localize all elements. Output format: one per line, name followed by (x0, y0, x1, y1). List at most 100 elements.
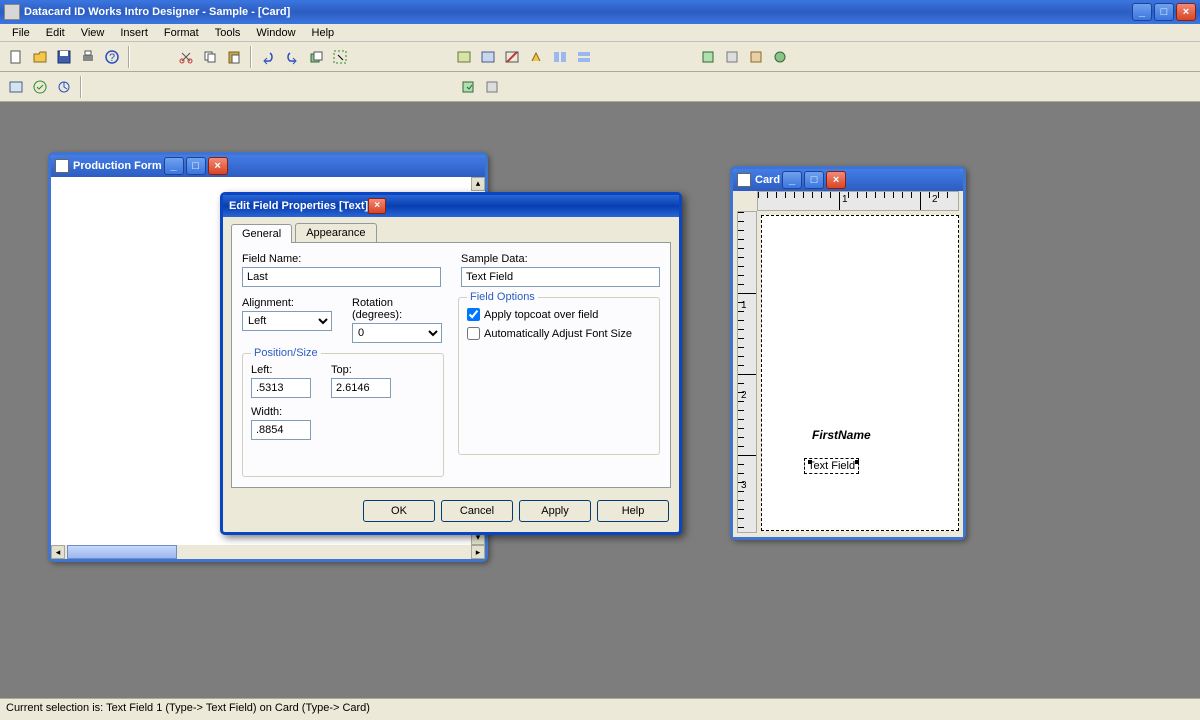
prod-hscroll[interactable]: ◂ ▸ (51, 545, 485, 559)
card-close-button[interactable]: × (826, 171, 846, 189)
copy-icon[interactable] (199, 46, 221, 68)
main-title-bar: Datacard ID Works Intro Designer - Sampl… (0, 0, 1200, 24)
tool-e-icon[interactable] (549, 46, 571, 68)
new-icon[interactable] (5, 46, 27, 68)
menu-bar: File Edit View Insert Format Tools Windo… (0, 24, 1200, 42)
prod-close-button[interactable]: × (208, 157, 228, 175)
ruler-horizontal: 1 2 (757, 191, 959, 211)
tool-j-icon[interactable] (769, 46, 791, 68)
sec-d-icon[interactable] (457, 76, 479, 98)
status-text: Current selection is: Text Field 1 (Type… (6, 702, 370, 714)
help-icon[interactable]: ? (101, 46, 123, 68)
app-title: Datacard ID Works Intro Designer - Sampl… (24, 6, 290, 18)
alignment-select[interactable]: Left (242, 311, 332, 331)
menu-window[interactable]: Window (248, 25, 303, 41)
width-input[interactable] (251, 420, 311, 440)
ok-button[interactable]: OK (363, 500, 435, 522)
sample-data-input[interactable] (461, 267, 660, 287)
sec-e-icon[interactable] (481, 76, 503, 98)
topcoat-checkbox[interactable] (467, 308, 480, 321)
menu-format[interactable]: Format (156, 25, 207, 41)
menu-help[interactable]: Help (304, 25, 343, 41)
menu-file[interactable]: File (4, 25, 38, 41)
save-icon[interactable] (53, 46, 75, 68)
dialog-titlebar[interactable]: Edit Field Properties [Text] × (223, 195, 679, 217)
alignment-label: Alignment: (242, 297, 332, 309)
card-body: 1 2 1 2 3 FirstName Text Field (733, 191, 963, 537)
tool-a-icon[interactable] (453, 46, 475, 68)
field-name-input[interactable] (242, 267, 441, 287)
production-form-title: Production Form (73, 160, 162, 172)
maximize-button[interactable]: □ (1154, 3, 1174, 21)
rotation-label: Rotation (degrees): (352, 297, 444, 321)
tool-i-icon[interactable] (745, 46, 767, 68)
dialog-close-button[interactable]: × (368, 198, 386, 214)
menu-edit[interactable]: Edit (38, 25, 73, 41)
tool-g-icon[interactable] (697, 46, 719, 68)
card-maximize-button[interactable]: □ (804, 171, 824, 189)
menu-tools[interactable]: Tools (207, 25, 249, 41)
field-options-group: Field Options Apply topcoat over field A… (458, 297, 660, 455)
close-button[interactable]: × (1176, 3, 1196, 21)
prod-minimize-button[interactable]: _ (164, 157, 184, 175)
tool-c-icon[interactable] (501, 46, 523, 68)
open-icon[interactable] (29, 46, 51, 68)
tool-b-icon[interactable] (477, 46, 499, 68)
edit-field-dialog: Edit Field Properties [Text] × General A… (220, 192, 682, 535)
card-canvas[interactable]: FirstName Text Field (761, 215, 959, 531)
tool-h-icon[interactable] (721, 46, 743, 68)
card-window[interactable]: Card _ □ × 1 2 1 2 3 FirstName Text Fiel… (730, 166, 966, 540)
rotation-select[interactable]: 0 (352, 323, 442, 343)
prod-hscroll-right[interactable]: ▸ (471, 545, 485, 559)
toolbar-main: ? (0, 42, 1200, 72)
autofont-checkbox[interactable] (467, 327, 480, 340)
field-options-legend: Field Options (467, 291, 538, 303)
redo-icon[interactable] (281, 46, 303, 68)
card-minimize-button[interactable]: _ (782, 171, 802, 189)
card-field-firstname[interactable]: FirstName (812, 428, 871, 442)
tool-d-icon[interactable] (525, 46, 547, 68)
prod-hscroll-thumb[interactable] (67, 545, 177, 559)
form-icon (55, 159, 69, 173)
select-icon[interactable] (329, 46, 351, 68)
card-title: Card (755, 174, 780, 186)
tab-general[interactable]: General (231, 224, 292, 243)
card-field-textfield-selected[interactable]: Text Field (804, 458, 859, 474)
menu-insert[interactable]: Insert (112, 25, 156, 41)
sample-data-label: Sample Data: (461, 253, 660, 265)
production-form-titlebar[interactable]: Production Form _ □ × (51, 155, 485, 177)
autofont-label: Automatically Adjust Font Size (484, 328, 632, 340)
card-icon (737, 173, 751, 187)
position-size-group: Position/Size Left: Top: (242, 353, 444, 477)
top-input[interactable] (331, 378, 391, 398)
ruler-h-2: 2 (932, 194, 938, 205)
dialog-tabs: General Appearance (223, 217, 679, 242)
paste-icon[interactable] (223, 46, 245, 68)
app-icon (4, 4, 20, 20)
dialog-title: Edit Field Properties [Text] (229, 200, 368, 212)
prod-maximize-button[interactable]: □ (186, 157, 206, 175)
sec-b-icon[interactable] (29, 76, 51, 98)
prod-vscroll-up[interactable]: ▴ (471, 177, 485, 191)
print-icon[interactable] (77, 46, 99, 68)
left-input[interactable] (251, 378, 311, 398)
sec-c-icon[interactable] (53, 76, 75, 98)
bring-front-icon[interactable] (305, 46, 327, 68)
undo-icon[interactable] (257, 46, 279, 68)
left-label: Left: (251, 364, 311, 376)
minimize-button[interactable]: _ (1132, 3, 1152, 21)
tool-f-icon[interactable] (573, 46, 595, 68)
prod-hscroll-left[interactable]: ◂ (51, 545, 65, 559)
mdi-workspace: Production Form _ □ × ▴ ▾ ◂ ▸ Card _ □ ×… (0, 102, 1200, 698)
sec-a-icon[interactable] (5, 76, 27, 98)
cut-icon[interactable] (175, 46, 197, 68)
svg-text:?: ? (109, 52, 115, 64)
card-titlebar[interactable]: Card _ □ × (733, 169, 963, 191)
topcoat-label: Apply topcoat over field (484, 309, 598, 321)
cancel-button[interactable]: Cancel (441, 500, 513, 522)
dialog-tab-body: Field Name: Sample Data: Alignment: Left (231, 242, 671, 488)
menu-view[interactable]: View (73, 25, 113, 41)
apply-button[interactable]: Apply (519, 500, 591, 522)
help-button[interactable]: Help (597, 500, 669, 522)
tab-appearance[interactable]: Appearance (295, 223, 376, 242)
